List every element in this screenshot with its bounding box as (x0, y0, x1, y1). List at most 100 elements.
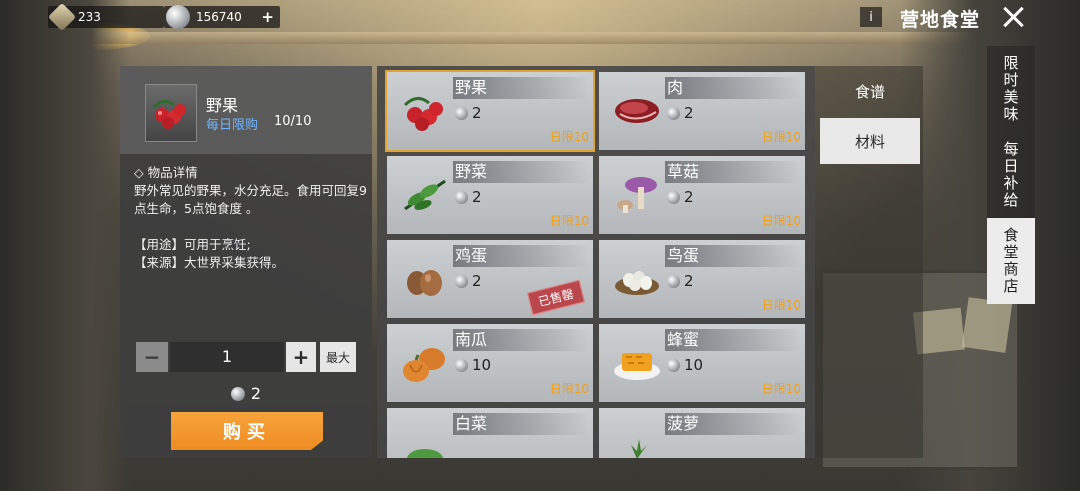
silver-coin-icon (166, 5, 190, 29)
max-quantity-button[interactable]: 最大 (320, 342, 356, 372)
detail-source-text: 【来源】大世界采集获得。 (134, 255, 285, 270)
detail-usage-text: 【用途】可用于烹饪; (134, 237, 251, 252)
item-thumbnail (145, 84, 197, 142)
item-price-value: 2 (472, 188, 482, 206)
item-card-pineapple[interactable]: 菠萝 (599, 408, 805, 458)
total-price-value: 2 (250, 384, 262, 403)
item-price: 10 (667, 356, 703, 374)
wild-berry-icon (399, 80, 451, 142)
item-price: 2 (667, 272, 694, 290)
side-tab-daily-supply[interactable]: 每日补给 (987, 132, 1035, 218)
item-daily-limit: 日限10 (549, 214, 589, 228)
daily-limit-label: 每日限购 (206, 118, 259, 133)
tab-materials[interactable]: 材料 (820, 118, 920, 164)
item-daily-limit: 日限10 (761, 214, 801, 228)
close-icon[interactable] (1000, 4, 1026, 30)
gem-icon (47, 2, 77, 32)
total-price: 2 (120, 384, 372, 403)
item-name: 南瓜 (453, 329, 589, 351)
item-daily-limit: 日限10 (761, 382, 801, 396)
increase-quantity-button[interactable]: + (286, 342, 316, 372)
item-price-value: 2 (472, 272, 482, 290)
pumpkin-icon (399, 332, 451, 394)
item-card-cabbage[interactable]: 白菜 (387, 408, 593, 458)
item-price: 10 (455, 356, 491, 374)
currency-gem: 233 (47, 2, 164, 32)
silver-coin-icon (455, 358, 468, 372)
item-price-value: 10 (684, 356, 704, 374)
item-price-value: 2 (684, 272, 694, 290)
item-name: 肉 (665, 77, 801, 99)
item-price: 2 (455, 272, 482, 290)
item-card-wild-berry[interactable]: 野果 2 日限10 (385, 70, 595, 152)
item-price-value: 2 (684, 188, 694, 206)
window-title: 营地食堂 (900, 9, 981, 31)
quantity-input[interactable]: 1 (170, 342, 284, 372)
item-description: ◇ 物品详情 野外常见的野果，水分充足。食用可回复9点生命，5点饱食度 。 【用… (134, 164, 370, 272)
item-detail-panel: 野果 每日限购 10/10 ◇ 物品详情 野外常见的野果，水分充足。食用可回复9… (120, 66, 372, 458)
silver-coin-icon (455, 106, 468, 120)
item-card-bird-egg[interactable]: 鸟蛋 2 日限10 (599, 240, 805, 318)
item-name: 野菜 (453, 161, 589, 183)
item-card-straw-mushroom[interactable]: 草菇 2 日限10 (599, 156, 805, 234)
item-card-meat[interactable]: 肉 2 日限10 (599, 72, 805, 150)
side-tab-limited-delicacies[interactable]: 限时美味 (987, 46, 1035, 132)
item-card-chicken-egg[interactable]: 鸡蛋 2 已售罄 (387, 240, 593, 318)
wild-vegetable-icon (399, 164, 451, 226)
item-name: 草菇 (665, 161, 801, 183)
silver-coin-icon (455, 274, 468, 288)
item-name: 菠萝 (665, 413, 801, 435)
honey-icon (611, 332, 663, 394)
silver-coin-icon (667, 190, 680, 204)
item-price-value: 2 (684, 104, 694, 122)
background-wall-left (0, 0, 130, 491)
top-bar: 233 156740 + i 营地食堂 (0, 0, 1080, 34)
buy-button[interactable]: 购买 (171, 412, 323, 450)
item-price-value: 10 (472, 356, 492, 374)
item-daily-limit: 日限10 (761, 130, 801, 144)
item-price: 2 (667, 104, 694, 122)
bird-egg-icon (611, 248, 663, 310)
add-currency-button[interactable]: + (261, 8, 274, 26)
item-price: 2 (455, 104, 482, 122)
side-tab-canteen-shop[interactable]: 食堂商店 (987, 218, 1035, 304)
sold-out-stamp: 已售罄 (527, 279, 585, 316)
item-daily-limit: 日限10 (549, 130, 589, 144)
background-note (961, 297, 1013, 353)
item-card-pumpkin[interactable]: 南瓜 10 日限10 (387, 324, 593, 402)
item-name: 野果 (206, 96, 239, 115)
item-name: 蜂蜜 (665, 329, 801, 351)
info-button[interactable]: i (860, 7, 882, 27)
pineapple-icon (611, 416, 663, 458)
item-price-value: 2 (472, 104, 482, 122)
cabbage-icon (399, 416, 451, 458)
item-daily-limit: 日限10 (549, 382, 589, 396)
category-tabs: 食谱 材料 (815, 66, 923, 458)
currency-silver: 156740 + (164, 5, 280, 29)
item-card-honey[interactable]: 蜂蜜 10 日限10 (599, 324, 805, 402)
silver-coin-icon (667, 274, 680, 288)
item-name: 鸟蛋 (665, 245, 801, 267)
daily-limit-count: 10/10 (274, 114, 312, 129)
item-name: 野果 (453, 77, 589, 99)
currency-gem-value: 233 (78, 10, 101, 24)
item-name: 白菜 (453, 413, 589, 435)
silver-coin-icon (667, 106, 680, 120)
item-name: 鸡蛋 (453, 245, 589, 267)
meat-icon (611, 80, 663, 142)
item-card-wild-vegetable[interactable]: 野菜 2 日限10 (387, 156, 593, 234)
decrease-quantity-button[interactable]: − (136, 342, 168, 372)
tab-recipes[interactable]: 食谱 (820, 68, 920, 114)
item-daily-limit: 日限10 (761, 298, 801, 312)
wild-berry-icon (152, 100, 186, 129)
silver-coin-icon (230, 387, 245, 401)
currency-silver-value: 156740 (196, 10, 242, 24)
quantity-stepper: − 1 + 最大 (136, 342, 360, 372)
item-price: 2 (455, 188, 482, 206)
silver-coin-icon (455, 190, 468, 204)
item-price: 2 (667, 188, 694, 206)
detail-section-title: ◇ 物品详情 (134, 165, 198, 180)
item-grid: 野果 2 日限10 肉 2 日限10 野菜 2 日限10 草菇 2 日限10 鸡… (377, 66, 815, 458)
mushroom-icon (611, 164, 663, 226)
egg-icon (399, 248, 451, 310)
